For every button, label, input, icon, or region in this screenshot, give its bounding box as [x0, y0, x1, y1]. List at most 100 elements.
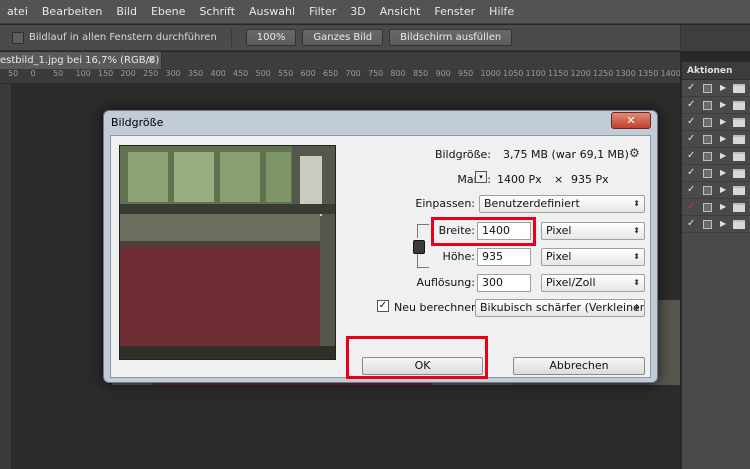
action-row[interactable]: ✓ ▶ — [682, 165, 750, 182]
ruler-tick-label: 50 — [53, 69, 64, 78]
checkmark-icon[interactable]: ✓ — [687, 133, 697, 144]
gear-icon[interactable]: ⚙ — [629, 146, 640, 160]
ruler-tick-label: 500 — [255, 69, 271, 78]
menu-item[interactable]: Bild — [109, 5, 144, 18]
expand-arrow-icon[interactable]: ▶ — [720, 134, 726, 143]
checkmark-icon[interactable]: ✓ — [687, 116, 697, 127]
action-row[interactable]: ✓ ▶ — [682, 182, 750, 199]
folder-icon — [733, 118, 745, 127]
resolution-unit-select[interactable]: Pixel/Zoll ⬍ — [541, 274, 645, 292]
menu-item[interactable]: Ebene — [144, 5, 192, 18]
zoom-100-button[interactable]: 100% — [245, 29, 297, 46]
document-tab-title: estbild_1.jpg bei 16,7% (RGB/8) — [0, 55, 160, 66]
ruler-tick-label: 450 — [233, 69, 249, 78]
resample-select[interactable]: Bikubisch schärfer (Verkleineru... ⬍ — [475, 299, 645, 317]
fill-screen-button[interactable]: Bildschirm ausfüllen — [389, 29, 513, 46]
resample-label: Neu berechnen: — [394, 301, 482, 314]
resample-checkbox[interactable]: ✓ — [377, 300, 389, 312]
menu-item[interactable]: atei — [0, 5, 35, 18]
dialog-toggle-icon[interactable] — [703, 186, 712, 195]
action-row[interactable]: ✓ ▶ — [682, 148, 750, 165]
checkmark-icon[interactable]: ✓ — [687, 218, 697, 229]
menu-item[interactable]: Auswahl — [242, 5, 302, 18]
checkmark-icon[interactable]: ✓ — [687, 99, 697, 110]
height-unit-select[interactable]: Pixel ⬍ — [541, 248, 645, 266]
menu-item[interactable]: Schrift — [192, 5, 242, 18]
dialog-toggle-icon[interactable] — [703, 169, 712, 178]
dialog-toggle-icon[interactable] — [703, 118, 712, 127]
ruler-tick-label: 350 — [188, 69, 204, 78]
fit-screen-button[interactable]: Ganzes Bild — [302, 29, 384, 46]
actions-panel-tab[interactable]: Aktionen — [682, 62, 750, 80]
ruler-tick-label: 1350 — [638, 69, 659, 78]
ruler-tick-label: 1250 — [593, 69, 614, 78]
action-row[interactable]: ✓ ▶ — [682, 199, 750, 216]
dialog-title: Bildgröße — [111, 116, 164, 129]
options-bar-right — [680, 25, 750, 51]
height-unit-value: Pixel — [546, 250, 572, 263]
dialog-toggle-icon[interactable] — [703, 101, 712, 110]
resample-select-value: Bikubisch schärfer (Verkleineru... — [480, 301, 645, 314]
dialog-close-button[interactable]: ✕ — [611, 112, 651, 129]
dialog-toggle-icon[interactable] — [703, 220, 712, 229]
expand-arrow-icon[interactable]: ▶ — [720, 219, 726, 228]
action-row[interactable]: ✓ ▶ — [682, 80, 750, 97]
menu-item[interactable]: Hilfe — [482, 5, 521, 18]
action-row[interactable]: ✓ ▶ — [682, 131, 750, 148]
image-preview[interactable] — [119, 145, 336, 360]
menu-item[interactable]: 3D — [343, 5, 372, 18]
expand-arrow-icon[interactable]: ▶ — [720, 100, 726, 109]
dimensions-dropdown-icon[interactable]: ▾ — [475, 171, 487, 183]
width-unit-select[interactable]: Pixel ⬍ — [541, 222, 645, 240]
action-row[interactable]: ✓ ▶ — [682, 216, 750, 233]
ruler-tick-label: 0 — [30, 69, 36, 78]
checkmark-icon[interactable]: ✓ — [687, 167, 697, 178]
dimensions-times: × — [554, 173, 564, 186]
image-size-value: 3,75 MB (war 69,1 MB) — [503, 148, 629, 161]
tab-strip — [162, 52, 680, 69]
separator — [230, 28, 232, 47]
fit-select[interactable]: Benutzerdefiniert ⬍ — [479, 195, 645, 213]
scroll-all-checkbox[interactable] — [12, 31, 24, 44]
checkmark-icon[interactable]: ✓ — [687, 201, 697, 212]
dialog-toggle-icon[interactable] — [703, 135, 712, 144]
fit-select-value: Benutzerdefiniert — [484, 197, 580, 210]
dimensions-height: 935 Px — [571, 173, 609, 186]
folder-icon — [733, 203, 745, 212]
dialog-toggle-icon[interactable] — [703, 203, 712, 212]
ruler-tick-label: 1200 — [570, 69, 591, 78]
action-row[interactable]: ✓ ▶ — [682, 97, 750, 114]
expand-arrow-icon[interactable]: ▶ — [720, 117, 726, 126]
checkmark-icon[interactable]: ✓ — [687, 150, 697, 161]
expand-arrow-icon[interactable]: ▶ — [720, 202, 726, 211]
dialog-body: Bildgröße: 3,75 MB (war 69,1 MB) ⚙ Maße:… — [110, 135, 651, 379]
menu-item[interactable]: Ansicht — [373, 5, 428, 18]
expand-arrow-icon[interactable]: ▶ — [720, 168, 726, 177]
document-tab[interactable]: estbild_1.jpg bei 16,7% (RGB/8) × — [0, 52, 162, 69]
document-tab-close-icon[interactable]: × — [147, 52, 155, 69]
action-row[interactable]: ✓ ▶ — [682, 114, 750, 131]
preview-image-art — [120, 146, 335, 359]
ruler-tick-label: 1100 — [525, 69, 546, 78]
resolution-input[interactable]: 300 — [477, 274, 531, 292]
menu-item[interactable]: Bearbeiten — [35, 5, 109, 18]
cancel-button[interactable]: Abbrechen — [513, 357, 645, 375]
menu-item[interactable]: Fenster — [427, 5, 482, 18]
dialog-toggle-icon[interactable] — [703, 84, 712, 93]
menu-item[interactable]: Filter — [302, 5, 343, 18]
ruler-tick-label: 650 — [323, 69, 339, 78]
expand-arrow-icon[interactable]: ▶ — [720, 185, 726, 194]
ruler-tick-label: 1050 — [503, 69, 524, 78]
ruler-tick-label: 400 — [210, 69, 226, 78]
dialog-toggle-icon[interactable] — [703, 152, 712, 161]
expand-arrow-icon[interactable]: ▶ — [720, 151, 726, 160]
chevron-updown-icon: ⬍ — [633, 226, 640, 235]
height-input[interactable]: 935 — [477, 248, 531, 266]
ruler-tick-label: 150 — [98, 69, 114, 78]
options-bar: Bildlauf in allen Fenstern durchführen 1… — [0, 25, 750, 51]
checkmark-icon[interactable]: ✓ — [687, 82, 697, 93]
expand-arrow-icon[interactable]: ▶ — [720, 83, 726, 92]
checkmark-icon[interactable]: ✓ — [687, 184, 697, 195]
ruler-tick-label: 1400 — [660, 69, 681, 78]
ruler-tick-label: 600 — [300, 69, 316, 78]
